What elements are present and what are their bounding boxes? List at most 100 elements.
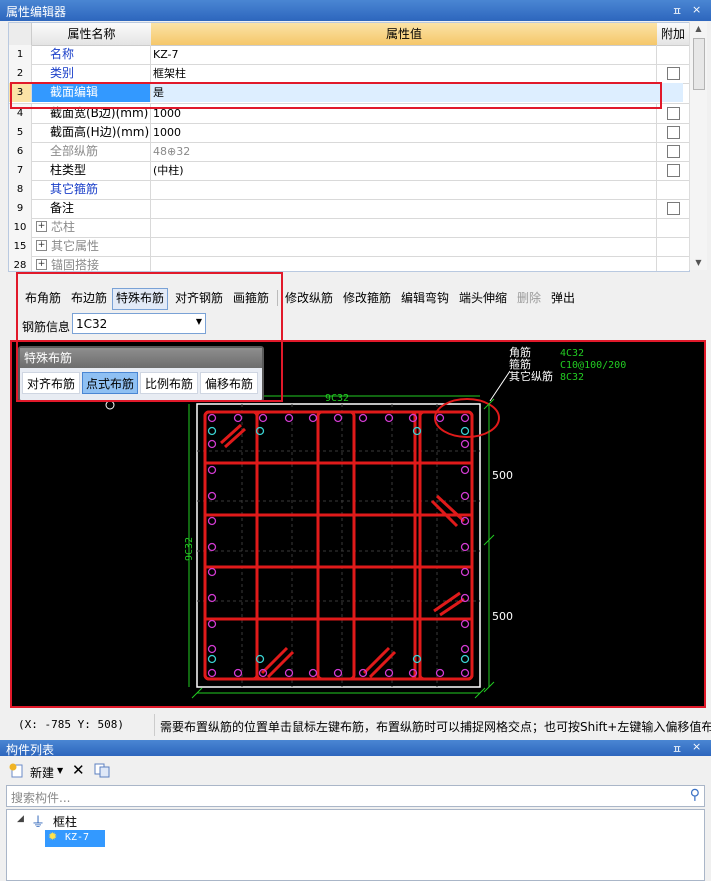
grid-row[interactable]: 8 其它箍筋 xyxy=(9,180,689,200)
toolbar-highlight-box xyxy=(16,272,283,402)
search-icon[interactable]: ⚲ xyxy=(690,787,700,803)
row-number: 2 xyxy=(9,64,32,83)
grid-row[interactable]: 2 类别 框架柱 xyxy=(9,64,689,84)
grid-row[interactable]: 9 备注 xyxy=(9,199,689,219)
tree-item-selected[interactable]: ✹ KZ-7 xyxy=(45,830,105,847)
expand-icon[interactable]: + xyxy=(36,221,47,232)
header-value[interactable]: 属性值 xyxy=(151,23,658,46)
toolbar-button-9[interactable]: 删除 xyxy=(514,288,544,308)
row-number: 10 xyxy=(9,218,32,237)
status-coords: (X: -785 Y: 508) xyxy=(18,718,124,731)
row-name-text: 类别 xyxy=(50,66,75,80)
row-add-cell xyxy=(657,180,689,199)
row-name: 截面高(H边)(mm) xyxy=(32,123,151,142)
row-add-cell xyxy=(657,256,689,271)
search-placeholder: 搜索构件... xyxy=(11,791,71,805)
header-name[interactable]: 属性名称 xyxy=(32,23,152,46)
row-number: 28 xyxy=(9,256,32,271)
row-number: 6 xyxy=(9,142,32,161)
pin-icon[interactable]: ㅍ xyxy=(672,741,682,757)
new-button[interactable]: 新建 xyxy=(30,764,54,781)
toolbar-button-8[interactable]: 端头伸缩 xyxy=(456,288,510,308)
row-number: 5 xyxy=(9,123,32,142)
row-value[interactable]: 48⊕32 xyxy=(151,142,657,161)
property-grid: 属性名称 属性值 附加 1 名称 KZ-7 2 类别 框架柱 3 截面编辑是 4 截面宽(B边)(… xyxy=(8,22,690,272)
row-add-cell xyxy=(657,45,689,64)
row-number: 8 xyxy=(9,180,32,199)
row-value[interactable]: 框架柱 xyxy=(151,64,657,83)
row-number: 1 xyxy=(9,45,32,64)
component-list-panel: 构件列表 ㅍ × 新建 ▼ ✕ 搜索构件... ⚲ ◢ ⏚ 框柱 ✹ KZ-7 xyxy=(0,740,711,881)
scroll-thumb[interactable] xyxy=(693,38,705,90)
row-name-text: 截面高(H边)(mm) xyxy=(50,125,150,139)
tree-collapse-icon[interactable]: ◢ xyxy=(17,814,24,824)
scroll-down-icon[interactable]: ▼ xyxy=(690,256,707,270)
grid-row[interactable]: 7 柱类型 (中柱) xyxy=(9,161,689,181)
status-divider xyxy=(154,714,155,736)
delete-icon[interactable]: ✕ xyxy=(72,761,85,779)
row-name-text: 锚固搭接 xyxy=(51,258,100,272)
row-name-text: 名称 xyxy=(50,47,75,61)
row-add-cell xyxy=(657,64,689,83)
close-icon[interactable]: × xyxy=(692,740,701,753)
row-add-cell xyxy=(657,161,689,180)
row-value[interactable]: KZ-7 xyxy=(151,45,657,64)
row-name: 类别 xyxy=(32,64,151,83)
row-name: 备注 xyxy=(32,199,151,218)
grid-scrollbar[interactable]: ▲ ▼ xyxy=(689,22,707,270)
grid-row[interactable]: 1 名称 KZ-7 xyxy=(9,45,689,65)
component-tree: ◢ ⏚ 框柱 ✹ KZ-7 xyxy=(6,809,705,881)
component-list-titlebar: 构件列表 ㅍ × xyxy=(0,740,711,757)
toolbar-button-6[interactable]: 修改箍筋 xyxy=(340,288,394,308)
attach-checkbox[interactable] xyxy=(667,107,680,120)
row-name-text: 全部纵筋 xyxy=(50,144,99,158)
grid-row[interactable]: 5 截面高(H边)(mm) 1000 xyxy=(9,123,689,143)
property-editor-title: 属性编辑器 xyxy=(6,5,67,19)
row-name-text: 柱类型 xyxy=(50,163,87,177)
attach-checkbox[interactable] xyxy=(667,164,680,177)
component-list-title: 构件列表 xyxy=(6,743,55,757)
toolbar-button-5[interactable]: 修改纵筋 xyxy=(282,288,336,308)
search-input[interactable]: 搜索构件... ⚲ xyxy=(6,785,705,807)
grid-row[interactable]: 10 + 芯柱 xyxy=(9,218,689,238)
row-name: 全部纵筋 xyxy=(32,142,151,161)
close-icon[interactable]: × xyxy=(692,3,701,16)
expand-icon[interactable]: + xyxy=(36,240,47,251)
expand-icon[interactable]: + xyxy=(36,259,47,270)
row-name: 柱类型 xyxy=(32,161,151,180)
column-filter-icon: ⏚ xyxy=(31,815,45,831)
new-icon[interactable] xyxy=(8,762,26,778)
toolbar-button-10[interactable]: 弹出 xyxy=(548,288,578,308)
attach-checkbox[interactable] xyxy=(667,202,680,215)
header-add[interactable]: 附加 xyxy=(657,23,689,46)
row-name: + 其它属性 xyxy=(32,237,151,256)
row-value[interactable] xyxy=(151,218,657,237)
attach-checkbox[interactable] xyxy=(667,126,680,139)
row-add-cell xyxy=(657,199,689,218)
attach-checkbox[interactable] xyxy=(667,145,680,158)
row-value[interactable] xyxy=(151,180,657,199)
gear-icon: ✹ xyxy=(48,830,58,843)
row-number: 7 xyxy=(9,161,32,180)
toolbar-button-7[interactable]: 编辑弯钩 xyxy=(398,288,452,308)
row-value[interactable] xyxy=(151,199,657,218)
grid-row[interactable]: 6 全部纵筋 48⊕32 xyxy=(9,142,689,162)
highlight-row3-box xyxy=(10,82,662,109)
copy-icon[interactable] xyxy=(94,763,110,778)
tree-root-label[interactable]: 框柱 xyxy=(53,813,77,830)
row-value[interactable]: (中柱) xyxy=(151,161,657,180)
pin-icon[interactable]: ㅍ xyxy=(672,3,682,19)
row-value[interactable] xyxy=(151,237,657,256)
grid-row[interactable]: 15 + 其它属性 xyxy=(9,237,689,257)
grid-header: 属性名称 属性值 附加 xyxy=(9,23,689,46)
grid-row[interactable]: 28 + 锚固搭接 xyxy=(9,256,689,272)
row-value[interactable] xyxy=(151,256,657,271)
row-name: 名称 xyxy=(32,45,151,64)
attach-checkbox[interactable] xyxy=(667,67,680,80)
row-add-cell xyxy=(657,237,689,256)
tree-item-label: KZ-7 xyxy=(65,832,90,843)
row-add-cell xyxy=(657,142,689,161)
row-value[interactable]: 1000 xyxy=(151,123,657,142)
scroll-up-icon[interactable]: ▲ xyxy=(690,22,707,36)
new-dropdown-chevron-icon[interactable]: ▼ xyxy=(57,766,63,775)
